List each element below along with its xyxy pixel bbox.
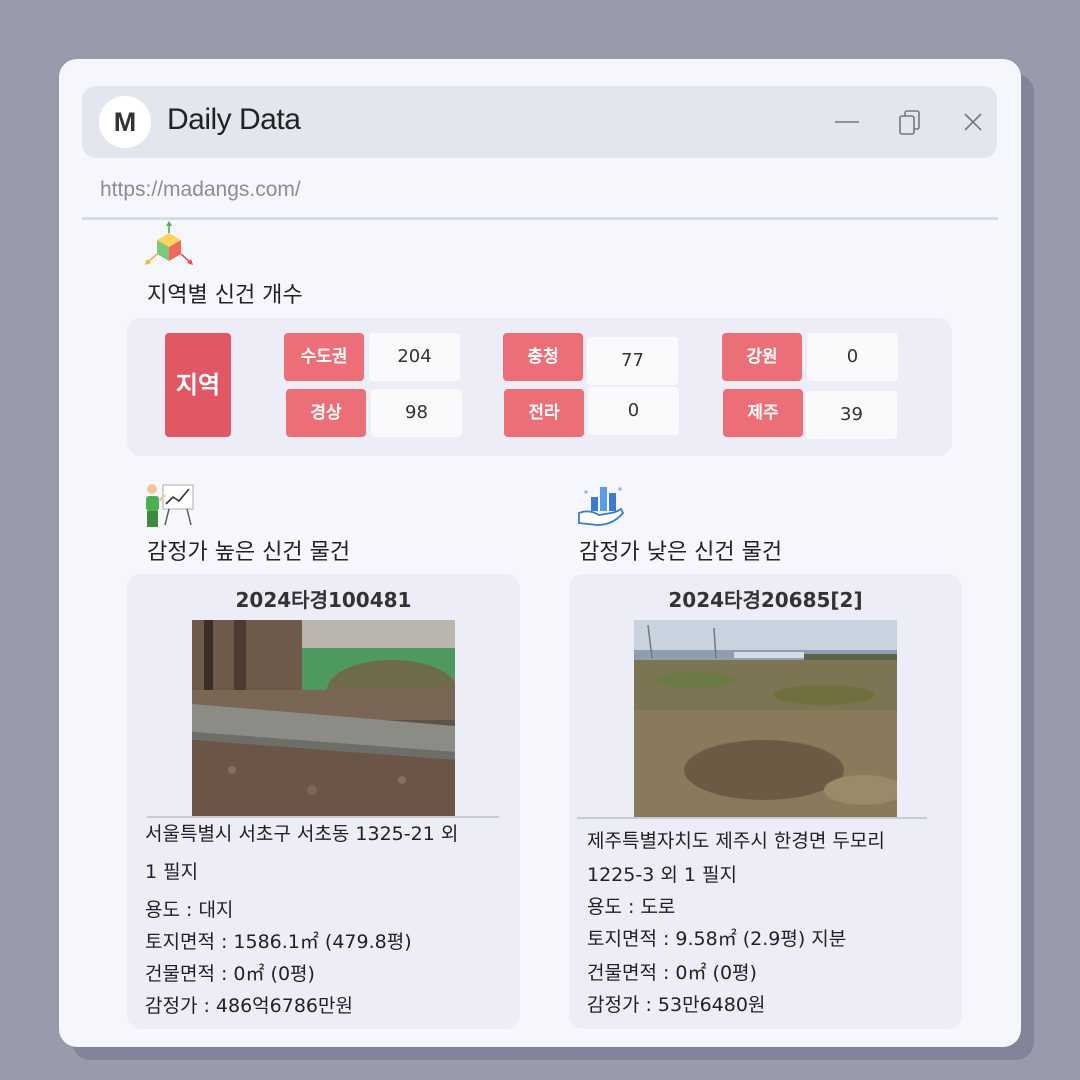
app-avatar: M <box>99 96 151 148</box>
low-appraisal-value: 감정가 : 53만6480원 <box>587 994 766 1016</box>
url-bar[interactable]: https://madangs.com/ <box>100 178 301 202</box>
region-count-card: 지역 수도권 204 경상 98 충청 77 전라 0 강원 0 제주 39 <box>127 318 952 456</box>
region-value-jeolla: 0 <box>588 387 679 435</box>
close-icon[interactable] <box>957 106 989 138</box>
high-building-area: 건물면적 : 0㎡ (0평) <box>145 963 315 985</box>
high-case-number[interactable]: 2024타경100481 <box>127 584 520 613</box>
low-land-area: 토지면적 : 9.58㎡ (2.9평) 지분 <box>587 928 847 950</box>
high-appraisal-section-title: 감정가 높은 신건 물건 <box>147 540 351 565</box>
low-photo-divider <box>577 817 927 819</box>
hand-bar-chart-icon <box>578 487 625 526</box>
low-building-area: 건물면적 : 0㎡ (0평) <box>587 962 757 984</box>
presentation-chart-icon <box>146 484 194 527</box>
region-header-label: 지역 <box>165 333 231 437</box>
title-bar[interactable]: M Daily Data <box>82 86 997 158</box>
region-label-chungcheong: 충청 <box>503 333 583 381</box>
region-value-jeju: 39 <box>806 391 897 439</box>
minimize-icon[interactable] <box>831 106 863 138</box>
low-usage: 용도 : 도로 <box>587 896 676 918</box>
high-address-line1: 서울특별시 서초구 서초동 1325-21 외 <box>145 823 459 845</box>
low-case-number[interactable]: 2024타경20685[2] <box>569 584 962 613</box>
region-value-chungcheong: 77 <box>587 337 678 385</box>
region-label-gangwon: 강원 <box>722 333 802 381</box>
high-usage: 용도 : 대지 <box>145 899 234 921</box>
low-appraisal-property-card[interactable]: 2024타경20685[2] 제주특별자치도 제주시 한경면 두모리 1225-… <box>569 574 962 1029</box>
cube-axes-icon <box>145 221 193 265</box>
high-appraisal-value: 감정가 : 486억6786만원 <box>145 995 353 1017</box>
region-value-capital: 204 <box>369 333 460 381</box>
low-address-line2: 1225-3 외 1 필지 <box>587 864 737 886</box>
app-window: M Daily Data https://madangs.com/ 지역별 신건… <box>59 59 1021 1047</box>
low-address-line1: 제주특별자치도 제주시 한경면 두모리 <box>587 830 885 852</box>
region-section-title: 지역별 신건 개수 <box>147 283 303 308</box>
region-label-gyeongsang: 경상 <box>286 389 366 437</box>
high-address: 서울특별시 서초구 서초동 1325-21 외 1 필지 용도 : 대지 토지면… <box>145 818 505 1022</box>
restore-icon[interactable] <box>895 106 927 138</box>
low-appraisal-section-title: 감정가 낮은 신건 물건 <box>579 540 783 565</box>
region-label-jeju: 제주 <box>723 389 803 437</box>
region-label-capital: 수도권 <box>284 333 364 381</box>
url-divider <box>82 217 998 220</box>
high-land-area: 토지면적 : 1586.1㎡ (479.8평) <box>145 931 412 953</box>
low-address: 제주특별자치도 제주시 한경면 두모리 1225-3 외 1 필지 용도 : 도… <box>587 825 952 1021</box>
app-title: Daily Data <box>167 103 301 136</box>
high-property-photo[interactable] <box>192 620 455 816</box>
region-value-gyeongsang: 98 <box>371 389 462 437</box>
high-address-line2: 1 필지 <box>145 861 199 883</box>
region-value-gangwon: 0 <box>807 333 898 381</box>
low-property-photo[interactable] <box>634 620 897 817</box>
high-appraisal-property-card[interactable]: 2024타경100481 서울특별시 서초구 서초동 1325-21 외 1 필… <box>127 574 520 1029</box>
region-label-jeolla: 전라 <box>504 389 584 437</box>
